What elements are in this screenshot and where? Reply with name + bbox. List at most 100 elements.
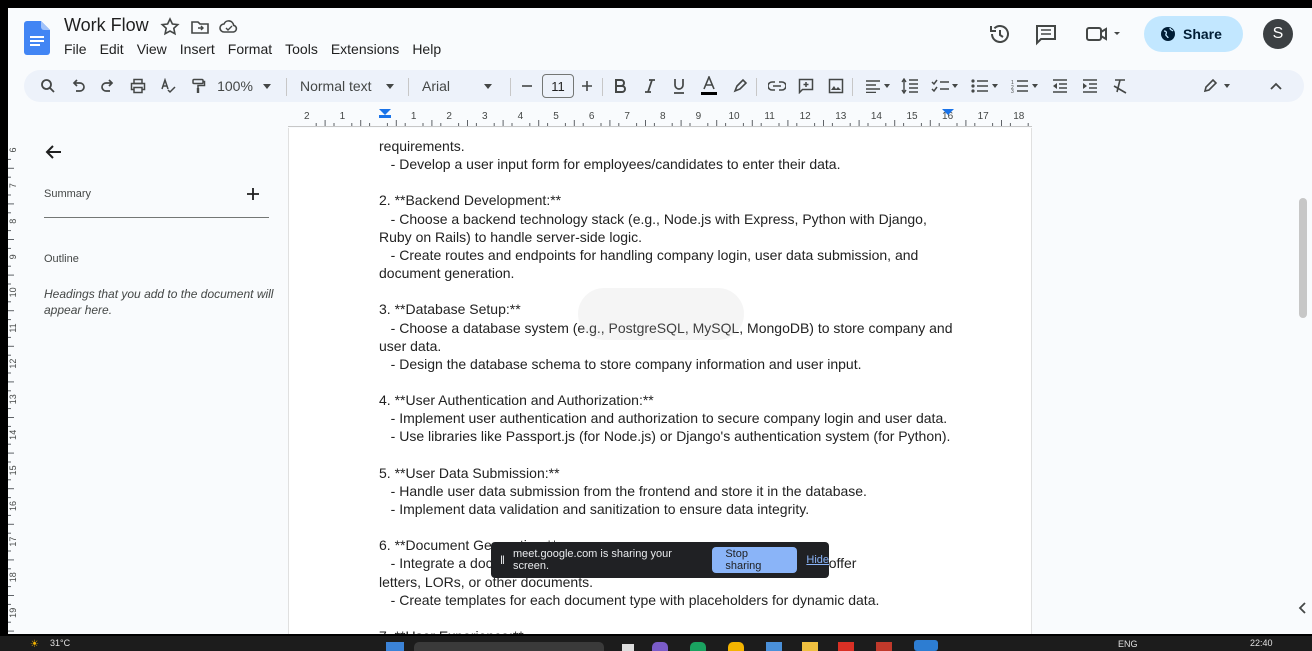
app-icon[interactable] (652, 642, 668, 651)
meet-video-icon[interactable] (1084, 22, 1122, 46)
ruler-tick (653, 123, 655, 126)
document-line[interactable]: requirements. (379, 138, 465, 154)
clear-formatting-icon[interactable] (1110, 74, 1130, 98)
app-icon[interactable] (838, 642, 854, 651)
document-line[interactable]: - Develop a user input form for employee… (379, 156, 841, 172)
chevron-left-icon[interactable] (1298, 602, 1308, 614)
clock[interactable]: 22:40 (1250, 638, 1273, 648)
document-line[interactable]: 2. **Backend Development:** (379, 192, 561, 208)
redo-icon[interactable] (98, 74, 118, 98)
print-icon[interactable] (128, 74, 148, 98)
add-summary-icon[interactable] (247, 188, 259, 200)
document-line[interactable]: - Implement user authentication and auth… (379, 410, 947, 426)
left-indent-marker[interactable] (379, 109, 391, 115)
insert-image-icon[interactable] (826, 74, 846, 98)
ruler-tick (386, 123, 388, 126)
chrome-icon[interactable] (728, 642, 744, 651)
spellcheck-icon[interactable] (158, 74, 178, 98)
highlight-color-icon[interactable] (730, 74, 750, 98)
decrease-font-size-icon[interactable] (518, 74, 536, 98)
menu-view[interactable]: View (137, 41, 174, 57)
bulleted-list-icon[interactable] (968, 74, 1002, 98)
document-line[interactable]: - Create routes and endpoints for handli… (379, 247, 919, 263)
align-icon[interactable] (862, 74, 894, 98)
paint-format-icon[interactable] (188, 74, 208, 98)
toolbar-divider (286, 78, 287, 96)
menu-file[interactable]: File (64, 41, 94, 57)
weather-temp[interactable]: 31°C (50, 638, 70, 648)
italic-icon[interactable] (640, 74, 660, 98)
app-icon[interactable] (876, 642, 892, 651)
move-folder-icon[interactable] (190, 17, 210, 37)
document-line[interactable]: - Use libraries like Passport.js (for No… (379, 428, 951, 444)
document-line[interactable]: - Implement data validation and sanitiza… (379, 501, 809, 517)
document-line[interactable]: - Handle user data submission from the f… (379, 483, 867, 499)
account-avatar[interactable]: S (1263, 19, 1293, 49)
scrollbar-thumb[interactable] (1299, 198, 1307, 318)
horizontal-ruler[interactable]: 2 1 1 2 3 4 5 6 7 8 9 10 11 12 13 14 15 16 17 18 (288, 109, 1032, 127)
document-line[interactable]: - Create templates for each document typ… (379, 592, 880, 608)
toolbar-divider (756, 78, 757, 96)
share-button[interactable]: Share (1144, 16, 1243, 52)
search-menus-icon[interactable] (38, 74, 58, 98)
document-line[interactable]: 5. **User Data Submission:** (379, 465, 560, 481)
docs-logo-icon[interactable] (24, 21, 50, 55)
folder-icon[interactable] (802, 642, 818, 651)
app-icon[interactable] (766, 642, 782, 651)
document-line[interactable]: - Design the database schema to store co… (379, 356, 862, 372)
menu-tools[interactable]: Tools (285, 41, 325, 57)
task-view-icon[interactable] (622, 644, 634, 651)
numbered-list-icon[interactable]: 123 (1008, 74, 1042, 98)
checklist-icon[interactable] (928, 74, 962, 98)
ruler-tick (885, 123, 887, 126)
document-line[interactable]: document generation. (379, 265, 514, 281)
editing-mode-icon[interactable] (1200, 74, 1234, 98)
document-line[interactable]: 4. **User Authentication and Authorizati… (379, 392, 654, 408)
app-badge-icon[interactable] (914, 640, 938, 651)
insert-link-icon[interactable] (766, 74, 788, 98)
document-line[interactable]: - Choose a backend technology stack (e.g… (379, 211, 927, 227)
comments-icon[interactable] (1034, 22, 1058, 46)
menu-edit[interactable]: Edit (100, 41, 131, 57)
bold-icon[interactable] (610, 74, 630, 98)
version-history-icon[interactable] (988, 22, 1012, 46)
document-title[interactable]: Work Flow (64, 15, 149, 36)
stop-sharing-button[interactable]: Stop sharing (712, 547, 798, 573)
back-arrow-icon[interactable] (44, 142, 64, 162)
menu-extensions[interactable]: Extensions (331, 41, 406, 57)
increase-font-size-icon[interactable] (578, 74, 596, 98)
ruler-tick (360, 120, 362, 126)
hide-banner-link[interactable]: Hide (806, 554, 829, 566)
document-line[interactable]: Ruby on Rails) to handle server-side log… (379, 229, 642, 245)
menu-format[interactable]: Format (228, 41, 279, 57)
font-size-input[interactable]: 11 (542, 74, 574, 98)
zoom-select[interactable]: 100% (216, 74, 272, 98)
menu-help[interactable]: Help (412, 41, 448, 57)
app-icon[interactable] (690, 642, 706, 651)
summary-label: Summary (44, 188, 92, 200)
first-line-indent-marker[interactable] (379, 115, 391, 118)
meet-controls-overlay[interactable] (578, 288, 744, 340)
paragraph-style-select[interactable]: Normal text (300, 74, 400, 98)
line-spacing-icon[interactable] (900, 74, 920, 98)
formatting-toolbar: 100% Normal text Arial 11 123 (24, 70, 1304, 102)
add-comment-icon[interactable] (796, 74, 816, 98)
menu-insert[interactable]: Insert (180, 41, 222, 57)
star-icon[interactable] (160, 17, 180, 37)
vruler-number: 19 (8, 608, 18, 618)
taskbar-search[interactable] (414, 642, 604, 651)
decrease-indent-icon[interactable] (1050, 74, 1070, 98)
underline-icon[interactable] (669, 74, 689, 98)
document-line[interactable]: user data. (379, 338, 441, 354)
document-line[interactable]: 7. **User Experience:** (379, 628, 524, 634)
language-indicator[interactable]: ENG (1118, 639, 1138, 649)
text-color-icon[interactable] (698, 74, 720, 98)
document-line[interactable]: 3. **Database Setup:** (379, 301, 521, 317)
start-icon[interactable] (386, 642, 404, 651)
vruler-tick (8, 488, 14, 490)
font-select[interactable]: Arial (422, 74, 502, 98)
increase-indent-icon[interactable] (1080, 74, 1100, 98)
cloud-saved-icon[interactable] (219, 17, 239, 37)
undo-icon[interactable] (68, 74, 88, 98)
hide-menus-icon[interactable] (1266, 74, 1286, 98)
